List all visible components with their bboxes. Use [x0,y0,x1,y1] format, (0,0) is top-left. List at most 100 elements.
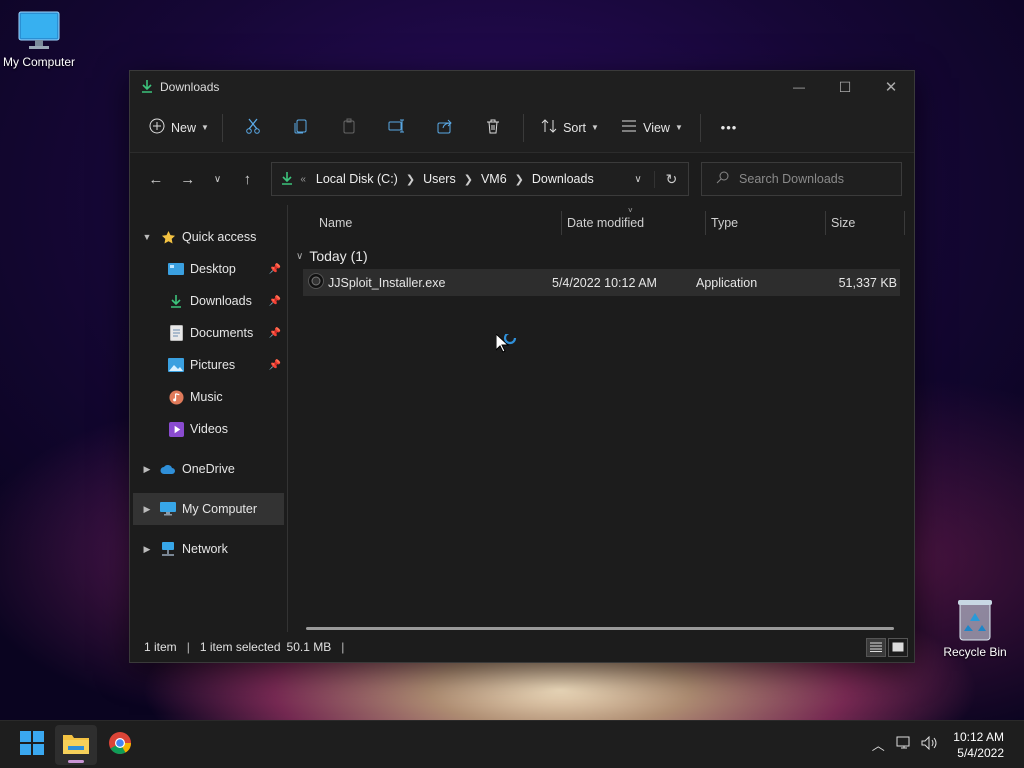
share-button[interactable] [421,111,469,145]
sidebar-item-my-computer[interactable]: ▶ My Computer [133,493,284,525]
divider[interactable] [904,211,905,235]
breadcrumb-local-disk[interactable]: Local Disk (C:) [316,172,398,186]
divider[interactable] [825,211,826,235]
search-box[interactable]: Search Downloads [701,162,903,196]
divider[interactable] [561,211,562,235]
network-icon [160,541,176,557]
column-header-type[interactable]: Type [711,205,738,241]
file-name-cell: JJSploit_Installer.exe [308,269,445,296]
chevron-right-icon[interactable]: ▶ [140,464,154,475]
horizontal-scrollbar[interactable] [306,627,894,630]
column-header-size[interactable]: Size [831,205,855,241]
chevron-down-icon: ∨ [213,173,222,185]
address-overflow[interactable]: « [300,174,306,185]
new-button[interactable]: New ▼ [142,111,216,145]
explorer-window: Downloads — ☐ ✕ New ▼ Sort ▼ View ▼ ••• … [129,70,915,663]
paste-button[interactable] [325,111,373,145]
taskbar-chrome[interactable] [99,725,141,765]
sidebar-item-label: OneDrive [182,462,235,476]
thumbnails-view-button[interactable] [888,638,908,657]
show-hidden-icons-button[interactable]: ︿ [865,730,891,760]
divider[interactable] [705,211,706,235]
system-tray: ︿ 10:12 AM 5/4/2022 [865,721,1024,768]
maximize-button[interactable]: ☐ [822,71,868,103]
picture-icon [168,357,184,373]
sidebar-item-label: My Computer [182,502,258,516]
breadcrumb-vm6[interactable]: VM6 [481,172,507,186]
sidebar-item-videos[interactable]: Videos [130,413,287,445]
clock[interactable]: 10:12 AM 5/4/2022 [943,729,1024,761]
file-size: 51,337 KB [838,275,897,290]
copy-button[interactable] [277,111,325,145]
sidebar-item-documents[interactable]: Documents 📌 [130,317,287,349]
address-bar[interactable]: « Local Disk (C:) ❯ Users ❯ VM6 ❯ Downlo… [271,162,690,196]
downloads-icon [280,171,294,188]
downloads-icon [168,293,184,309]
start-button[interactable] [11,725,53,765]
desktop-icon-my-computer[interactable]: My Computer [0,10,84,69]
clock-date: 5/4/2022 [957,745,1004,760]
rename-button[interactable] [373,111,421,145]
column-header-name[interactable]: Name [319,205,352,241]
chevron-down-icon: ▼ [591,123,599,132]
desktop-icon-recycle-bin[interactable]: Recycle Bin [930,598,1020,659]
minimize-button[interactable]: — [776,71,822,103]
address-history-button[interactable]: ∨ [622,174,654,185]
sidebar-item-pictures[interactable]: Pictures 📌 [130,349,287,381]
document-icon [168,325,184,341]
more-button[interactable]: ••• [707,111,751,145]
sort-button[interactable]: Sort ▼ [530,111,610,145]
chevron-right-icon[interactable]: ▶ [140,544,154,555]
back-button[interactable]: ← [140,163,172,195]
chevron-down-icon[interactable]: ▼ [140,232,154,242]
sidebar-item-quick-access[interactable]: ▼ Quick access [130,221,287,253]
network-status-button[interactable] [891,730,917,760]
sidebar-item-onedrive[interactable]: ▶ OneDrive [130,453,287,485]
group-header[interactable]: ∨ Today (1) [288,241,914,271]
divider [222,113,223,142]
mouse-cursor [495,331,520,361]
delete-button[interactable] [469,111,517,145]
breadcrumb-downloads[interactable]: Downloads [532,172,594,186]
sort-icon [541,118,557,137]
downloads-icon [140,79,154,96]
search-placeholder: Search Downloads [739,172,844,186]
sidebar-item-music[interactable]: Music [130,381,287,413]
pin-icon[interactable]: 📌 [269,328,281,339]
status-bar: 1 item | 1 item selected 50.1 MB | [130,632,914,662]
up-button[interactable]: ↑ [232,163,264,195]
forward-button[interactable]: → [172,163,204,195]
recent-locations-button[interactable]: ∨ [204,163,232,195]
view-button[interactable]: View ▼ [610,111,694,145]
file-type: Application [696,275,758,290]
pin-icon[interactable]: 📌 [269,296,281,307]
application-icon [308,273,324,292]
title-bar[interactable]: Downloads — ☐ ✕ [130,71,914,103]
view-label: View [643,120,670,135]
close-button[interactable]: ✕ [868,71,914,103]
music-icon [168,389,184,405]
sidebar-item-downloads[interactable]: Downloads 📌 [130,285,287,317]
sidebar-item-desktop[interactable]: Desktop 📌 [130,253,287,285]
breadcrumb-users[interactable]: Users [423,172,456,186]
sidebar-item-network[interactable]: ▶ Network [130,533,287,565]
thumbnails-view-icon [892,641,904,655]
pin-icon[interactable]: 📌 [269,264,281,275]
taskbar-file-explorer[interactable] [55,724,97,765]
chevron-down-icon: ∨ [296,250,304,262]
new-label: New [171,120,197,135]
refresh-button[interactable]: ↻ [654,170,688,188]
chevron-down-icon: ▼ [201,123,209,132]
sidebar-item-label: Downloads [190,294,252,308]
volume-button[interactable] [917,730,943,760]
chevron-right-icon[interactable]: ▶ [140,504,154,515]
cut-button[interactable] [229,111,277,145]
chevron-right-icon: ❯ [514,173,524,186]
pin-icon[interactable]: 📌 [269,360,281,371]
clock-time: 10:12 AM [953,729,1004,744]
divider [700,113,701,142]
details-view-button[interactable] [866,638,886,657]
table-row[interactable]: JJSploit_Installer.exe 5/4/2022 10:12 AM… [303,269,900,296]
sidebar-item-label: Music [190,390,223,404]
desktop-icon-label: Recycle Bin [943,645,1007,659]
